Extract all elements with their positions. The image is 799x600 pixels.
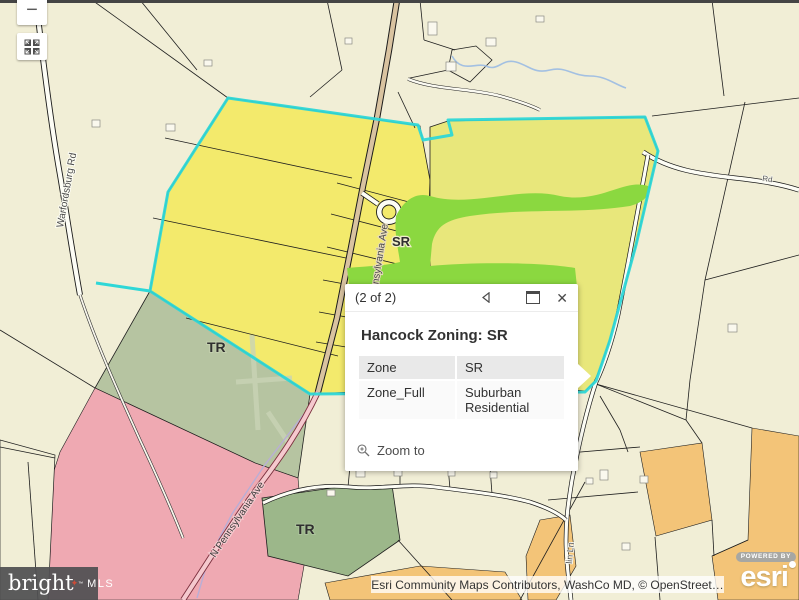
previous-feature-button[interactable] — [482, 292, 490, 303]
close-icon: ✕ — [556, 291, 568, 305]
zone-label-sr: SR — [392, 234, 411, 249]
map-app-window: SR TR TR Warfordsburg Rd N Pennsylvania … — [0, 0, 799, 600]
popup-pagination: (2 of 2) — [355, 290, 396, 305]
mls-label: MLS — [87, 578, 114, 590]
esri-globe-dot-icon — [789, 561, 796, 568]
feature-popup: (2 of 2) ✕ Hancock Zoning: SR Zone SR Zo… — [345, 284, 578, 471]
map-attribution: Esri Community Maps Contributors, WashCo… — [371, 576, 724, 593]
minus-icon: − — [26, 0, 38, 22]
bright-mls-logo: bright✦™ MLS — [0, 567, 98, 600]
star-icon: ✦ — [71, 578, 79, 589]
popup-pointer — [578, 364, 591, 388]
dock-popup-button[interactable] — [526, 291, 556, 304]
popup-header-actions: ✕ — [482, 291, 568, 305]
extent-arrows-icon — [24, 39, 40, 55]
road-label-lin-ln: lin Ln — [564, 542, 576, 564]
road-label-rd: Rd — [762, 174, 773, 184]
zone-label-tr-upper: TR — [207, 339, 226, 355]
default-extent-button[interactable] — [17, 33, 47, 60]
popup-header: (2 of 2) ✕ — [345, 284, 578, 312]
field-label: Zone — [359, 356, 455, 379]
chevron-left-icon — [482, 292, 490, 303]
close-popup-button[interactable]: ✕ — [556, 291, 568, 305]
maximize-icon — [526, 291, 540, 304]
field-value: Suburban Residential — [457, 381, 564, 419]
esri-wordmark: esri — [740, 561, 788, 593]
magnifier-plus-icon — [357, 444, 370, 457]
popup-title: Hancock Zoning: SR — [345, 312, 578, 353]
zoom-out-button[interactable]: − — [17, 0, 47, 25]
top-border — [0, 0, 799, 3]
field-label: Zone_Full — [359, 381, 455, 419]
zone-label-tr-lower: TR — [296, 521, 315, 537]
attribute-table: Zone SR Zone_Full Suburban Residential — [359, 356, 564, 419]
esri-logo: POWERED BY esri — [736, 546, 796, 593]
field-value: SR — [457, 356, 564, 379]
bright-wordmark: bright — [8, 573, 74, 594]
zoom-to-label: Zoom to — [377, 443, 425, 458]
zoom-to-link[interactable]: Zoom to — [357, 443, 425, 458]
trademark-symbol: ™ — [78, 581, 83, 587]
